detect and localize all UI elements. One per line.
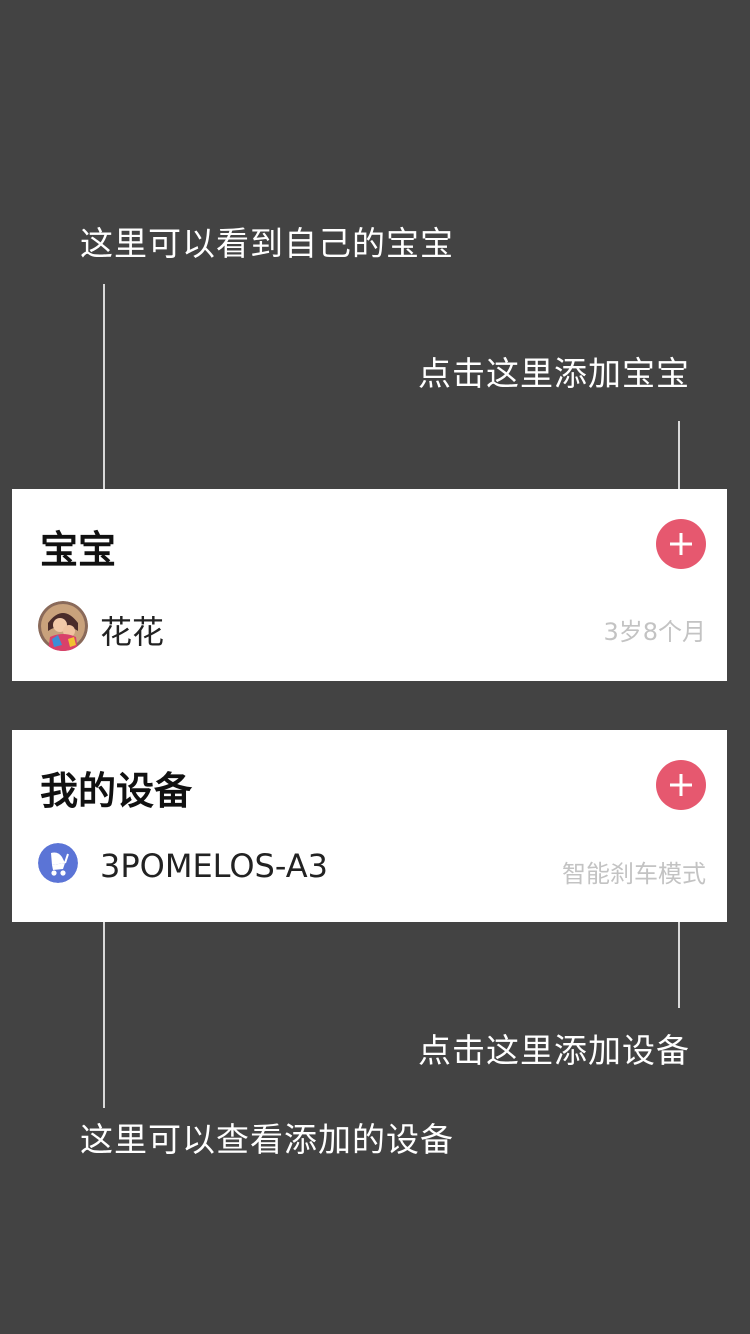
annotation-add-device: 点击这里添加设备 <box>418 1031 690 1070</box>
device-card-title: 我的设备 <box>40 769 193 813</box>
annotation-view-baby: 这里可以看到自己的宝宝 <box>80 224 454 263</box>
annotation-view-devices: 这里可以查看添加的设备 <box>80 1120 454 1159</box>
annotation-line-view-devices <box>103 922 105 1108</box>
device-mode: 智能刹车模式 <box>562 860 706 888</box>
annotation-line-add-baby <box>678 421 680 490</box>
baby-avatar[interactable] <box>38 601 88 651</box>
add-device-button[interactable] <box>656 760 706 810</box>
baby-card-title: 宝宝 <box>40 528 117 572</box>
baby-name[interactable]: 花花 <box>100 607 164 653</box>
annotation-add-baby: 点击这里添加宝宝 <box>418 354 690 393</box>
device-name[interactable]: 3POMELOS-A3 <box>100 847 328 885</box>
annotation-line-add-device <box>678 922 680 1008</box>
baby-age: 3岁8个月 <box>603 618 706 646</box>
stroller-icon-graphic <box>38 843 78 883</box>
annotation-line-view-baby <box>103 284 105 490</box>
device-card: 我的设备 3POMELOS-A3 智能刹车模式 <box>12 730 727 922</box>
baby-card: 宝宝 花花 3岁8个月 <box>12 489 727 681</box>
avatar-image <box>38 601 88 651</box>
stroller-icon[interactable] <box>38 843 78 883</box>
add-baby-button[interactable] <box>656 519 706 569</box>
